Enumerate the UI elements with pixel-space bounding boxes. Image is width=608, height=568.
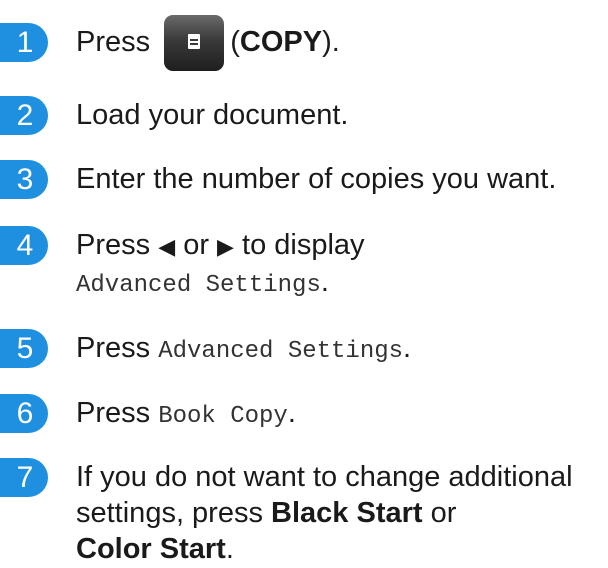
step-4-press: Press [76, 229, 151, 261]
step-6-text: Press Book Copy. [76, 394, 296, 436]
step-number-badge: 7 [0, 458, 48, 497]
step-number-badge: 1 [0, 23, 48, 62]
left-arrow-icon: ◀ [158, 234, 176, 259]
step-5-text: Press Advanced Settings. [76, 329, 411, 371]
step-4-text: Press ◀ or ▶ to display [76, 226, 365, 266]
step-7-settings-press: settings, press [76, 497, 263, 529]
step-7-text-line1: If you do not want to change additional [76, 461, 573, 493]
step-4-text-line2: Advanced Settings. [76, 263, 329, 305]
or-text: or [183, 229, 209, 261]
setting-name: Book Copy [158, 403, 288, 430]
step-number-badge: 5 [0, 329, 48, 368]
close-paren: ). [322, 26, 340, 58]
step-5-press: Press [76, 332, 151, 364]
step-6-press: Press [76, 397, 151, 429]
setting-name: Advanced Settings [76, 272, 321, 299]
right-arrow-icon: ▶ [217, 234, 234, 259]
or-text: or [430, 497, 457, 529]
open-paren: ( [230, 26, 240, 58]
document-icon [188, 34, 201, 50]
step-number-badge: 6 [0, 394, 48, 433]
setting-name: Advanced Settings [158, 338, 404, 365]
period: . [320, 266, 329, 298]
color-start-label: Color Start [76, 533, 226, 565]
copy-label: COPY [239, 26, 323, 58]
period: . [287, 397, 296, 429]
step-1-press: Press [76, 26, 151, 58]
black-start-label: Black Start [271, 497, 423, 529]
step-1-text: Press (COPY). [76, 15, 340, 72]
step-3-text: Enter the number of copies you want. [76, 163, 557, 195]
step-7-text-line3: Color Start. [76, 530, 234, 568]
step-number-badge: 2 [0, 96, 48, 135]
period: . [403, 332, 412, 364]
step-7-text-line2: settings, press Black Start or [76, 494, 456, 532]
copy-key-icon [164, 15, 225, 72]
period: . [225, 533, 234, 565]
to-display-text: to display [242, 229, 365, 261]
step-number-badge: 4 [0, 226, 48, 265]
step-number-badge: 3 [0, 160, 48, 199]
step-2-text: Load your document. [76, 99, 349, 131]
